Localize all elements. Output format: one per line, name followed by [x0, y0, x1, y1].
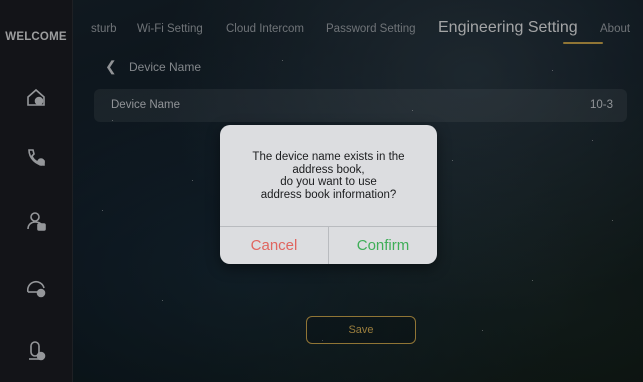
- confirm-dialog: The device name exists in the address bo…: [220, 125, 437, 264]
- dialog-message-line: address book information?: [260, 188, 397, 201]
- dialog-message: The device name exists in the address bo…: [228, 151, 429, 201]
- confirm-button[interactable]: Confirm: [329, 227, 437, 264]
- dialog-message-line: do you want to use: [280, 176, 377, 188]
- dialog-message-line: The device name exists in the: [252, 151, 405, 163]
- dialog-message-line: address book,: [292, 163, 365, 176]
- cancel-button[interactable]: Cancel: [220, 227, 328, 264]
